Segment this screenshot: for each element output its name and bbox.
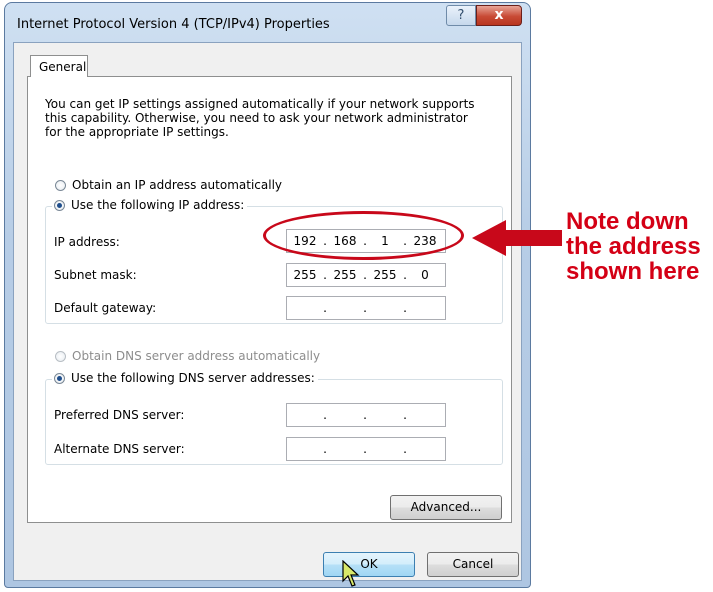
- ip-address-label: IP address:: [54, 235, 120, 249]
- ip-manual-option[interactable]: Use the following IP address:: [52, 198, 248, 212]
- octet-separator: .: [403, 442, 407, 456]
- octet-separator: .: [403, 301, 407, 315]
- octet-separator: .: [403, 408, 407, 422]
- subnet-octet-3[interactable]: 255: [367, 268, 403, 282]
- title-bar[interactable]: Internet Protocol Version 4 (TCP/IPv4) P…: [5, 3, 530, 41]
- arrow-left-icon: [472, 220, 562, 256]
- mouse-cursor-icon: [342, 560, 360, 587]
- cancel-button[interactable]: Cancel: [427, 552, 519, 577]
- tab-general[interactable]: General: [30, 55, 88, 77]
- octet-separator: .: [323, 408, 327, 422]
- subnet-octet-1[interactable]: 255: [287, 268, 323, 282]
- octet-separator: .: [363, 408, 367, 422]
- octet-separator: .: [323, 442, 327, 456]
- ip-address-highlight-ellipse: [263, 211, 464, 260]
- subnet-mask-label: Subnet mask:: [54, 268, 137, 282]
- description-text: You can get IP settings assigned automat…: [45, 97, 475, 139]
- dns-manual-option[interactable]: Use the following DNS server addresses:: [52, 371, 318, 385]
- default-gateway-input[interactable]: . . .: [286, 296, 446, 320]
- subnet-mask-input[interactable]: 255. 255. 255. 0: [286, 263, 446, 287]
- annotation-note: Note down the address shown here: [566, 208, 701, 285]
- window-title: Internet Protocol Version 4 (TCP/IPv4) P…: [17, 17, 330, 32]
- dialog-window: Internet Protocol Version 4 (TCP/IPv4) P…: [4, 2, 531, 588]
- help-button[interactable]: ?: [446, 5, 476, 26]
- ip-manual-label: Use the following IP address:: [71, 198, 245, 212]
- tab-general-label: General: [39, 60, 87, 74]
- preferred-dns-label: Preferred DNS server:: [54, 408, 185, 422]
- octet-separator: .: [363, 442, 367, 456]
- dialog-body: General You can get IP settings assigned…: [13, 42, 522, 581]
- default-gateway-label: Default gateway:: [54, 301, 157, 315]
- dns-auto-option: Obtain DNS server address automatically: [55, 349, 320, 363]
- alternate-dns-input[interactable]: . . .: [286, 437, 446, 461]
- octet-separator: .: [323, 301, 327, 315]
- preferred-dns-input[interactable]: . . .: [286, 403, 446, 427]
- dns-manual-radio[interactable]: [54, 372, 65, 384]
- dns-manual-label: Use the following DNS server addresses:: [71, 371, 315, 385]
- alternate-dns-label: Alternate DNS server:: [54, 442, 185, 456]
- subnet-octet-2[interactable]: 255: [327, 268, 363, 282]
- ok-button[interactable]: OK: [323, 552, 415, 577]
- dns-auto-label: Obtain DNS server address automatically: [72, 349, 321, 363]
- subnet-octet-4[interactable]: 0: [407, 268, 443, 282]
- dns-auto-radio: [55, 350, 66, 362]
- ip-auto-radio[interactable]: [55, 179, 66, 191]
- close-button[interactable]: x: [476, 5, 522, 26]
- general-tab-panel: You can get IP settings assigned automat…: [27, 76, 512, 523]
- ip-auto-option[interactable]: Obtain an IP address automatically: [55, 178, 282, 192]
- ip-auto-label: Obtain an IP address automatically: [72, 178, 283, 192]
- advanced-button[interactable]: Advanced...: [390, 495, 502, 520]
- ip-manual-radio[interactable]: [54, 199, 65, 211]
- octet-separator: .: [363, 301, 367, 315]
